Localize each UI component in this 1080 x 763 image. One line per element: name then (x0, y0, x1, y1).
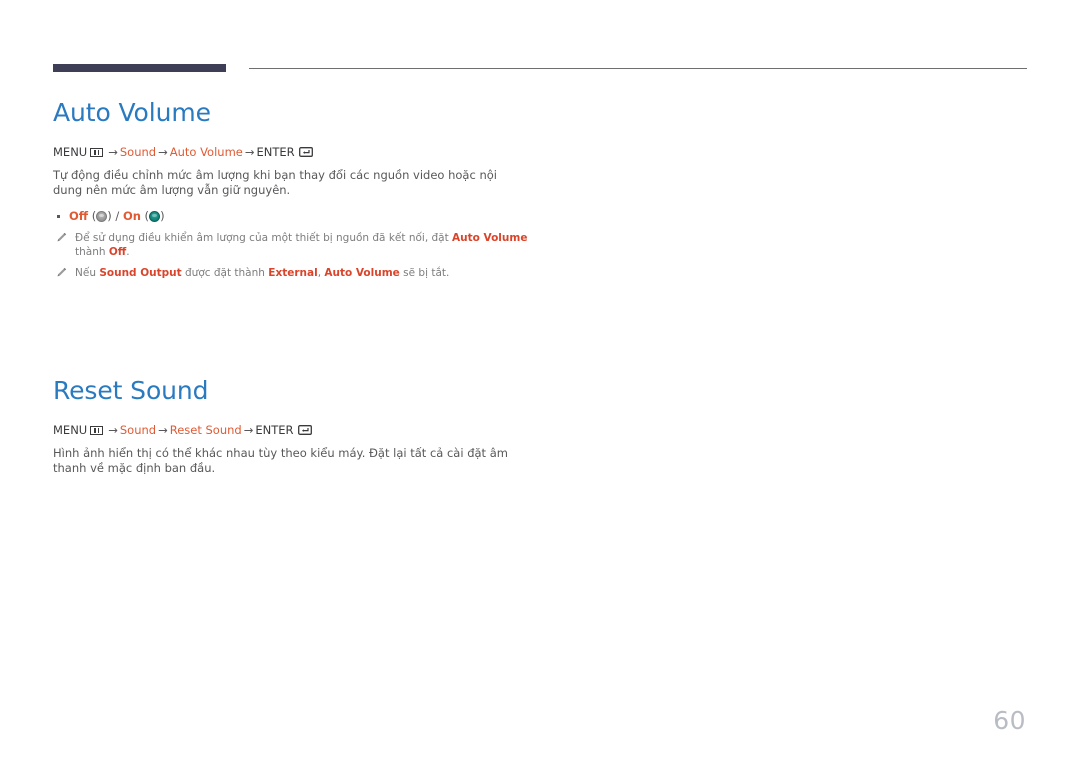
note-text-part: Nếu (75, 267, 100, 279)
section-description-reset-sound: Hình ảnh hiển thị có thể khác nhau tùy t… (53, 446, 508, 475)
note-item: Để sử dụng điều khiển âm lượng của một t… (53, 231, 555, 259)
path-arrow-3: → (243, 423, 254, 437)
menu-grid-icon (90, 426, 104, 435)
pencil-note-icon (56, 267, 67, 278)
note-text-part: được đặt thành (181, 267, 269, 279)
radio-unselected-icon[interactable] (96, 211, 108, 222)
menu-path-item-reset-sound[interactable]: Reset Sound (170, 423, 242, 437)
note-highlight-off: Off (108, 246, 127, 258)
note-text-part: . (126, 246, 130, 258)
menu-path-item-sound[interactable]: Sound (120, 423, 156, 437)
path-arrow-2: → (158, 145, 168, 159)
option-label-on: On (122, 209, 141, 223)
pencil-note-icon (56, 232, 67, 243)
menu-path-item-sound[interactable]: Sound (120, 145, 156, 159)
page-content: Auto Volume MENU → Sound → Auto Volume → ENTER… (53, 98, 613, 487)
menu-path-reset-sound: MENU → Sound → Reset Sound → ENTER (53, 423, 613, 437)
note-highlight-sound-output: Sound Output (99, 267, 182, 279)
section-auto-volume: Auto Volume MENU → Sound → Auto Volume → ENTER… (53, 98, 613, 280)
option-label-off: Off (69, 209, 89, 223)
page-title-reset-sound: Reset Sound (53, 376, 209, 405)
radio-selected-icon[interactable] (149, 211, 161, 222)
path-arrow-1: → (108, 145, 118, 159)
enter-key-icon (298, 147, 313, 157)
enter-label: ENTER (256, 145, 295, 159)
path-arrow-2: → (158, 423, 168, 437)
note-text-part: thành (75, 246, 109, 258)
path-arrow-1: → (108, 423, 118, 437)
section-reset-sound: Reset Sound MENU → Sound → Reset Sound → ENTER… (53, 376, 613, 475)
notes-list-auto-volume: Để sử dụng điều khiển âm lượng của một t… (53, 231, 613, 280)
enter-key-icon (297, 425, 312, 435)
menu-path-item-auto-volume[interactable]: Auto Volume (170, 145, 243, 159)
page-header-rule (53, 64, 1027, 73)
note-highlight-auto-volume: Auto Volume (324, 267, 400, 279)
enter-label: ENTER (255, 423, 294, 437)
menu-label: MENU (53, 145, 88, 159)
options-list-auto-volume: Off () / On () (53, 209, 613, 224)
note-text-part: Để sử dụng điều khiển âm lượng của một t… (75, 232, 453, 244)
menu-label: MENU (53, 423, 88, 437)
page-title-auto-volume: Auto Volume (53, 98, 211, 127)
note-item: Nếu Sound Output được đặt thành External… (53, 266, 555, 280)
header-rule-thin-line (249, 68, 1027, 69)
page-number: 60 (993, 706, 1026, 735)
path-arrow-3: → (244, 145, 255, 159)
menu-path-auto-volume: MENU → Sound → Auto Volume → ENTER (53, 145, 613, 159)
note-text-part: sẽ bị tắt. (399, 267, 450, 279)
option-item-off-on: Off () / On () (53, 209, 613, 224)
header-rule-thick-bar (53, 64, 226, 72)
note-highlight-external: External (268, 267, 318, 279)
menu-grid-icon (90, 148, 104, 157)
note-highlight-auto-volume: Auto Volume (452, 232, 528, 244)
section-description-auto-volume: Tự động điều chỉnh mức âm lượng khi bạn … (53, 168, 497, 197)
